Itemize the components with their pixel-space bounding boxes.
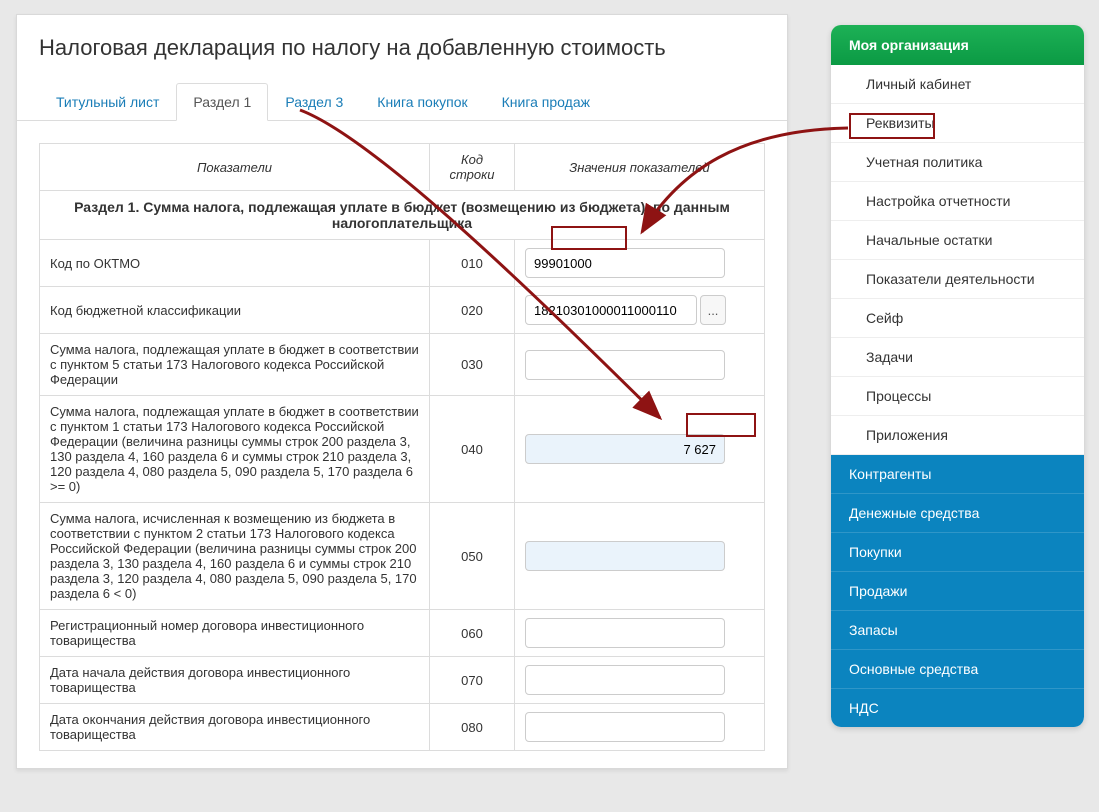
col-header-value: Значения показателей <box>515 144 765 191</box>
code-cell: 020 <box>430 287 515 334</box>
sidebar-item-activity[interactable]: Показатели деятельности <box>831 260 1084 299</box>
row-040-input[interactable] <box>525 434 725 464</box>
table-row: Дата окончания действия договора инвести… <box>40 704 765 751</box>
sidebar-item-cash[interactable]: Денежные средства <box>831 494 1084 533</box>
code-cell: 030 <box>430 334 515 396</box>
sidebar-item-reporting[interactable]: Настройка отчетности <box>831 182 1084 221</box>
indicator-cell: Дата окончания действия договора инвести… <box>40 704 430 751</box>
col-header-code: Код строки <box>430 144 515 191</box>
section-caption: Раздел 1. Сумма налога, подлежащая уплат… <box>40 191 765 240</box>
sidebar-item-processes[interactable]: Процессы <box>831 377 1084 416</box>
section-table: Раздел 1. Сумма налога, подлежащая уплат… <box>39 143 765 751</box>
indicator-cell: Сумма налога, исчисленная к возмещению и… <box>40 503 430 610</box>
code-cell: 070 <box>430 657 515 704</box>
page-title: Налоговая декларация по налогу на добавл… <box>17 15 787 83</box>
sidebar-item-apps[interactable]: Приложения <box>831 416 1084 455</box>
row-030-input[interactable] <box>525 350 725 380</box>
kbk-input[interactable] <box>525 295 697 325</box>
sidebar: Моя организация Личный кабинет Реквизиты… <box>831 25 1084 727</box>
table-row: Код бюджетной классификации 020 ... <box>40 287 765 334</box>
indicator-cell: Регистрационный номер договора инвестици… <box>40 610 430 657</box>
indicator-cell: Сумма налога, подлежащая уплате в бюджет… <box>40 334 430 396</box>
table-row: Дата начала действия договора инвестицио… <box>40 657 765 704</box>
row-050-input[interactable] <box>525 541 725 571</box>
table-row: Сумма налога, исчисленная к возмещению и… <box>40 503 765 610</box>
sidebar-item-cabinet[interactable]: Личный кабинет <box>831 65 1084 104</box>
tab-title-sheet[interactable]: Титульный лист <box>39 83 176 121</box>
main-panel: Налоговая декларация по налогу на добавл… <box>16 14 788 769</box>
code-cell: 080 <box>430 704 515 751</box>
indicator-cell: Код по ОКТМО <box>40 240 430 287</box>
tab-section-3[interactable]: Раздел 3 <box>268 83 360 121</box>
sidebar-item-tasks[interactable]: Задачи <box>831 338 1084 377</box>
code-cell: 050 <box>430 503 515 610</box>
sidebar-item-safe[interactable]: Сейф <box>831 299 1084 338</box>
sidebar-item-sales[interactable]: Продажи <box>831 572 1084 611</box>
tabs: Титульный лист Раздел 1 Раздел 3 Книга п… <box>17 83 787 121</box>
table-row: Сумма налога, подлежащая уплате в бюджет… <box>40 334 765 396</box>
tab-sales-book[interactable]: Книга продаж <box>485 83 607 121</box>
col-header-indicator: Показатели <box>40 144 430 191</box>
code-cell: 040 <box>430 396 515 503</box>
indicator-cell: Сумма налога, подлежащая уплате в бюджет… <box>40 396 430 503</box>
sidebar-item-counterparties[interactable]: Контрагенты <box>831 455 1084 494</box>
table-row: Регистрационный номер договора инвестици… <box>40 610 765 657</box>
indicator-cell: Дата начала действия договора инвестицио… <box>40 657 430 704</box>
code-cell: 010 <box>430 240 515 287</box>
row-060-input[interactable] <box>525 618 725 648</box>
sidebar-item-vat[interactable]: НДС <box>831 689 1084 727</box>
table-row: Сумма налога, подлежащая уплате в бюджет… <box>40 396 765 503</box>
row-080-input[interactable] <box>525 712 725 742</box>
code-cell: 060 <box>430 610 515 657</box>
sidebar-item-inventory[interactable]: Запасы <box>831 611 1084 650</box>
row-070-input[interactable] <box>525 665 725 695</box>
kbk-lookup-button[interactable]: ... <box>700 295 726 325</box>
tab-purchase-book[interactable]: Книга покупок <box>360 83 484 121</box>
sidebar-item-balances[interactable]: Начальные остатки <box>831 221 1084 260</box>
sidebar-header: Моя организация <box>831 25 1084 65</box>
oktmo-input[interactable] <box>525 248 725 278</box>
sidebar-item-fixed-assets[interactable]: Основные средства <box>831 650 1084 689</box>
sidebar-item-policy[interactable]: Учетная политика <box>831 143 1084 182</box>
table-row: Код по ОКТМО 010 <box>40 240 765 287</box>
sidebar-item-details[interactable]: Реквизиты <box>831 104 1084 143</box>
tab-section-1[interactable]: Раздел 1 <box>176 83 268 121</box>
sidebar-item-purchases[interactable]: Покупки <box>831 533 1084 572</box>
indicator-cell: Код бюджетной классификации <box>40 287 430 334</box>
